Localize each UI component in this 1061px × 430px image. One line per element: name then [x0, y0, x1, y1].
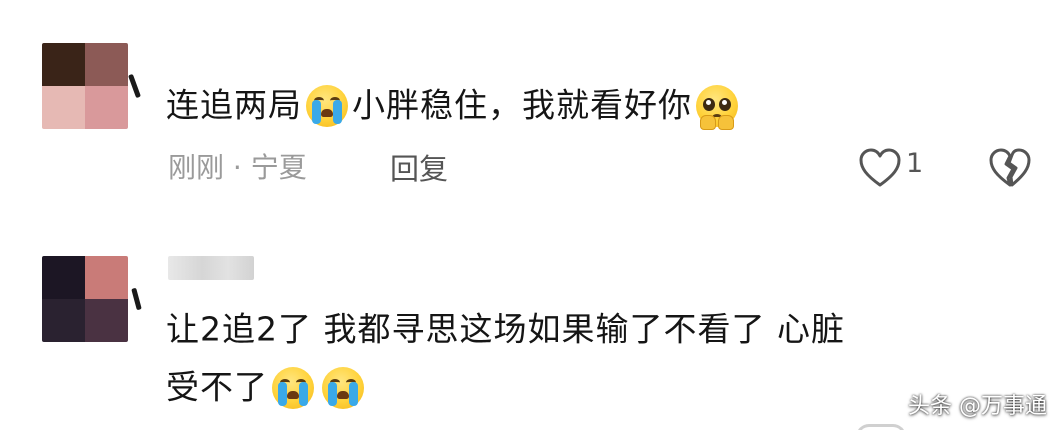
avatar-tile [42, 43, 85, 86]
comment-location: 宁夏 [250, 151, 307, 184]
comment-text-part: 连追两局 [166, 85, 302, 125]
loudly-crying-face-icon [306, 84, 348, 127]
avatar-tile [42, 299, 85, 342]
watermark: 头条 @万事通 [908, 394, 1047, 419]
heart-icon [859, 148, 901, 187]
avatar-edge-mark [128, 73, 141, 99]
like-count: 1 [906, 148, 924, 179]
meta-separator: · [232, 151, 242, 184]
loudly-crying-face-icon [272, 366, 314, 409]
avatar-tile [85, 43, 128, 86]
comment-line: 让2追2了 我都寻思这场如果输了不看了 心脏 [166, 309, 845, 349]
avatar-tile [85, 256, 128, 299]
avatar-edge-mark [131, 287, 142, 311]
comment-time: 刚刚 [168, 151, 225, 184]
avatar-tile [42, 256, 85, 299]
avatar-tile [85, 299, 128, 342]
like-button[interactable] [858, 148, 902, 188]
reply-button[interactable]: 回复 [390, 146, 448, 188]
username-redacted[interactable] [168, 256, 254, 280]
heart-icon [856, 424, 906, 430]
loudly-crying-face-icon [322, 366, 364, 409]
avatar[interactable] [42, 43, 128, 129]
avatar-tile [85, 86, 128, 129]
comment-text: 让2追2了 我都寻思这场如果输了不看了 心脏 [166, 302, 845, 356]
comment-list: 连追两局 小胖稳住，我就看好你 刚刚 · 宁夏 回复 1 让2追2了 我都寻思这场… [0, 0, 1061, 430]
comment-meta: 刚刚 · 宁夏 [168, 146, 307, 186]
pleading-face-icon [696, 84, 738, 130]
comment-text: 受不了 [166, 360, 368, 414]
dislike-button[interactable] [988, 148, 1032, 188]
avatar-tile [42, 86, 85, 129]
comment-line: 受不了 [166, 367, 268, 407]
comment-text-part: 小胖稳住，我就看好你 [352, 85, 692, 125]
avatar[interactable] [42, 256, 128, 342]
broken-heart-icon [989, 148, 1031, 187]
comment-text: 连追两局 小胖稳住，我就看好你 [166, 78, 742, 132]
